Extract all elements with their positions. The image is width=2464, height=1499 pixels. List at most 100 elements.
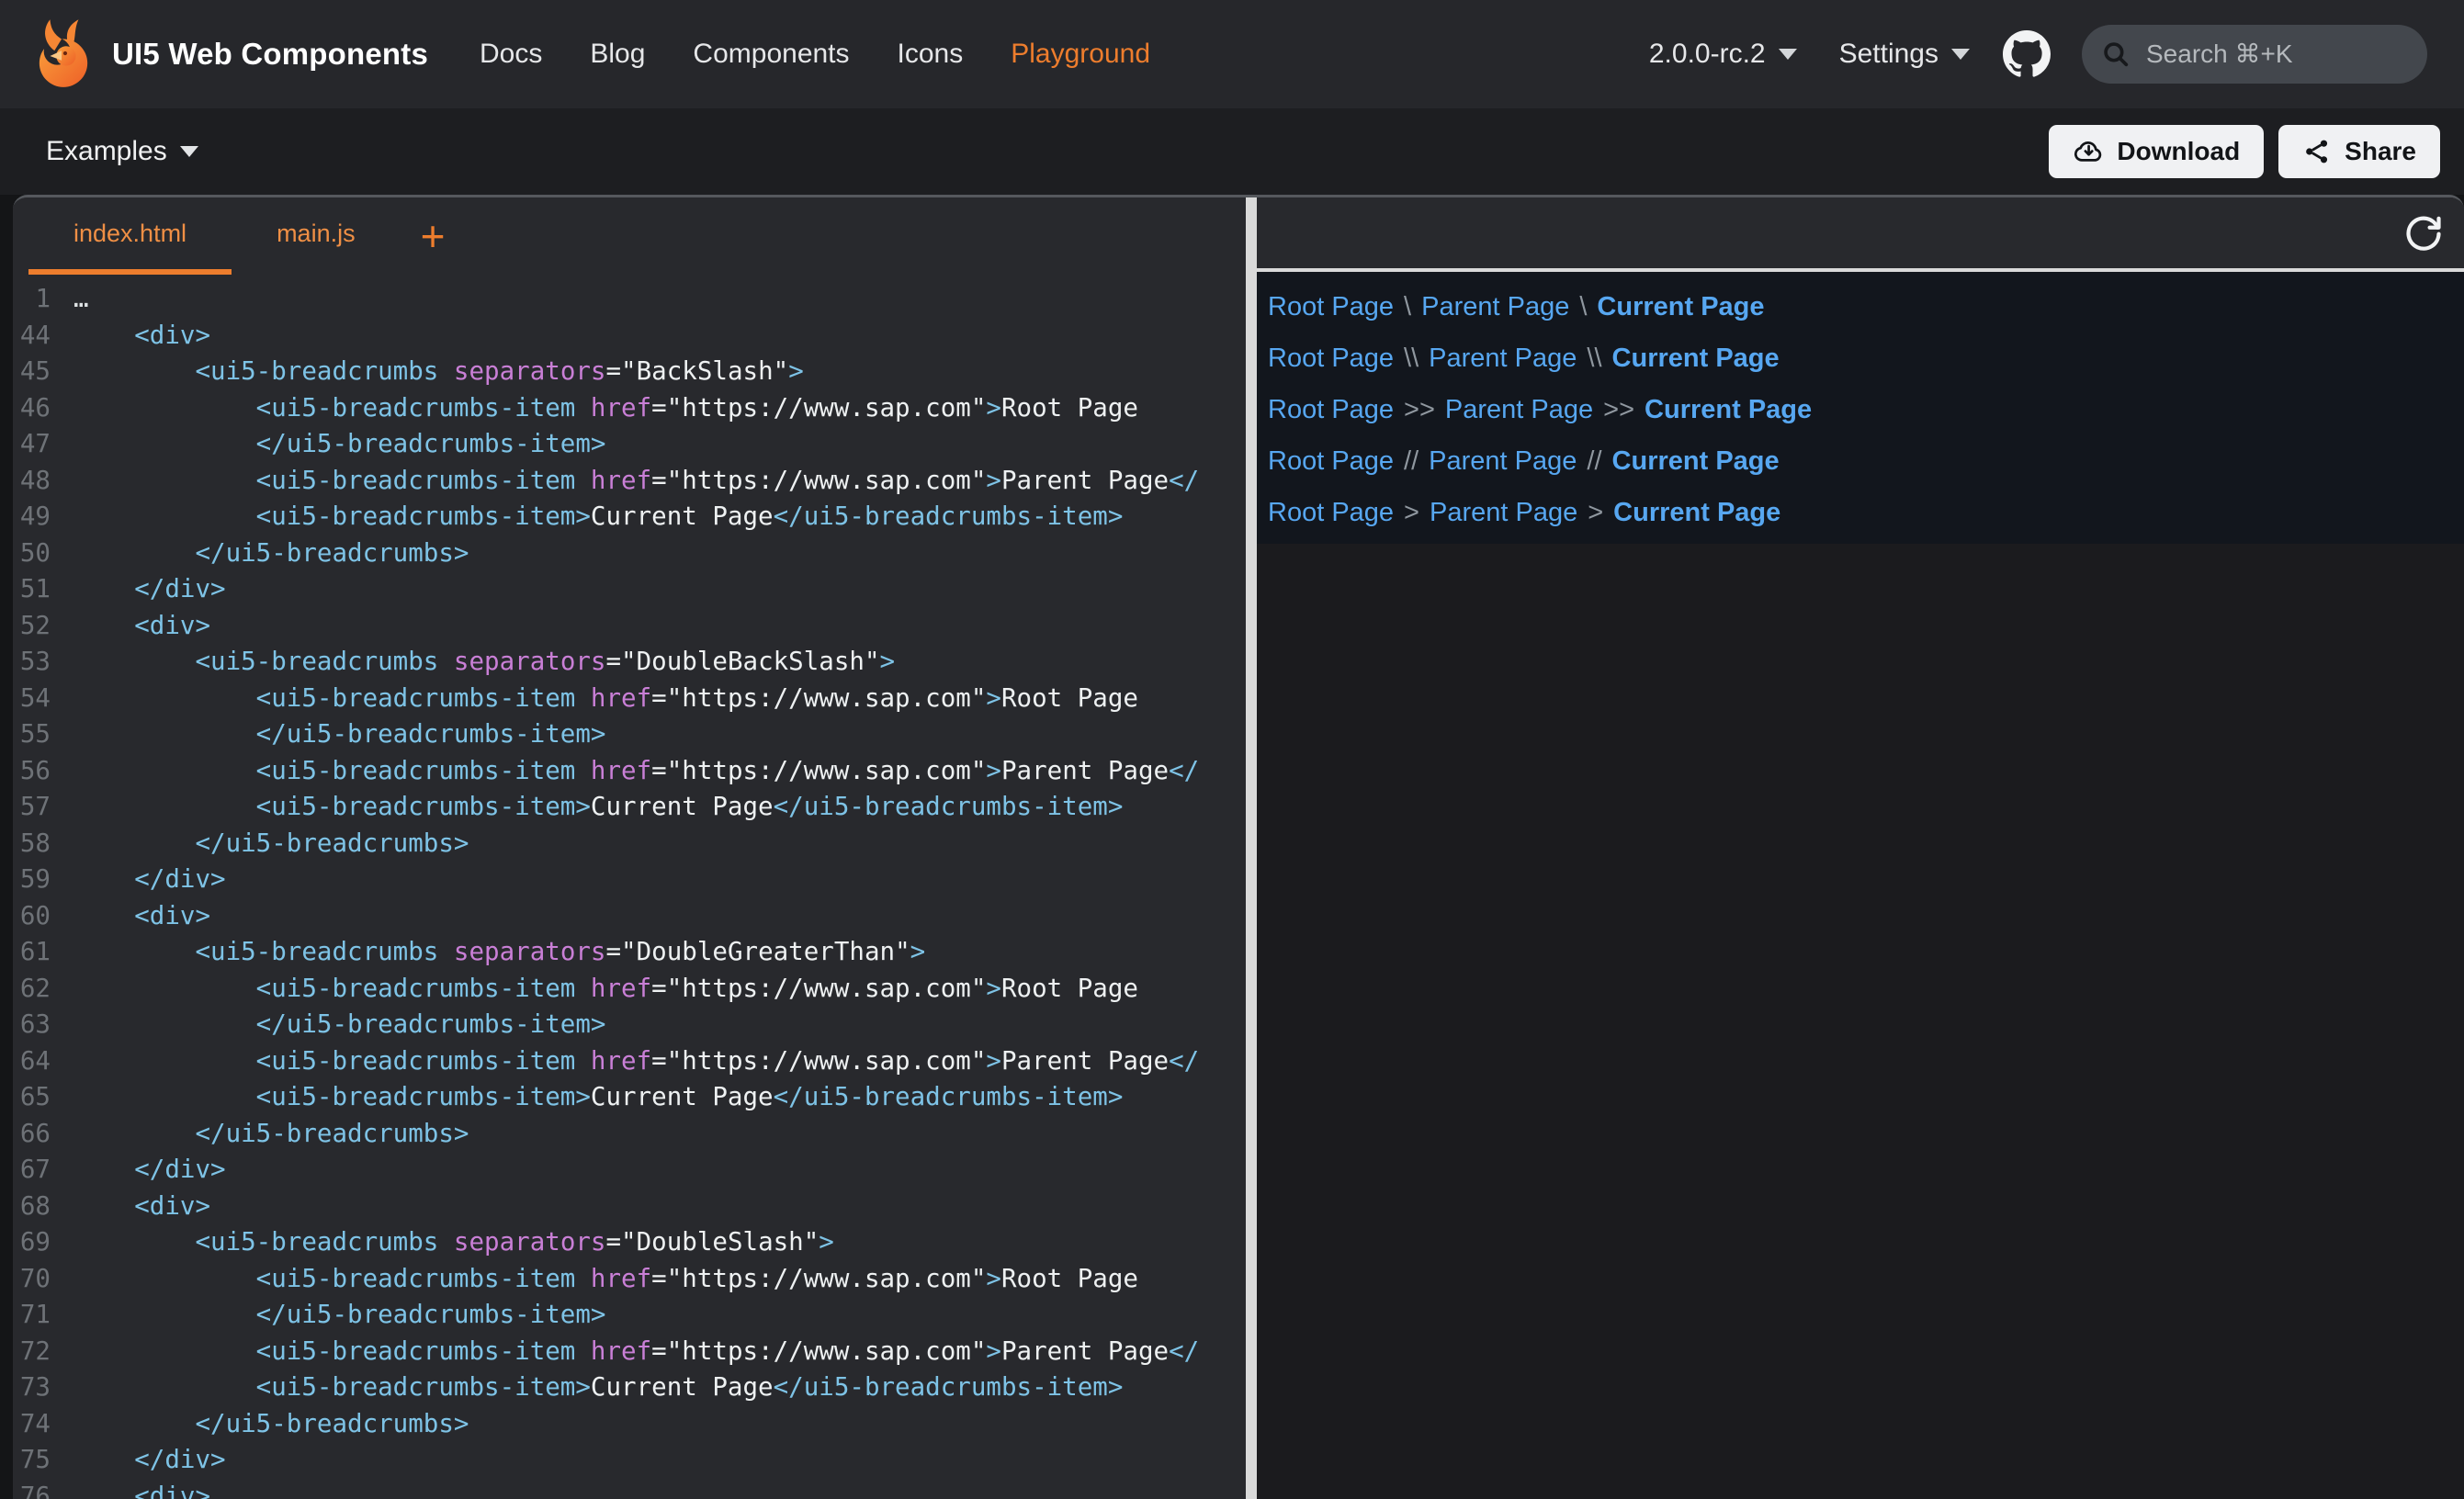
nav-link-icons[interactable]: Icons: [898, 39, 964, 70]
code-line[interactable]: 55 </ui5-breadcrumbs-item>: [13, 716, 1246, 753]
line-number: 68: [13, 1189, 73, 1225]
code-line[interactable]: 56 <ui5-breadcrumbs-item href="https://w…: [13, 753, 1246, 790]
code-line[interactable]: 47 </ui5-breadcrumbs-item>: [13, 426, 1246, 463]
top-navbar: UI5 Web Components Docs Blog Components Ico…: [0, 0, 2464, 108]
code-line[interactable]: 44 <div>: [13, 318, 1246, 355]
examples-label: Examples: [46, 136, 167, 167]
breadcrumb-separator: >: [1588, 498, 1603, 527]
code-text: <div>: [73, 1479, 210, 1499]
code-line[interactable]: 51 </div>: [13, 571, 1246, 608]
examples-dropdown[interactable]: Examples: [46, 136, 198, 167]
code-text: <ui5-breadcrumbs-item href="https://www.…: [73, 1043, 1199, 1080]
line-number: 65: [13, 1079, 73, 1116]
breadcrumb-link[interactable]: Parent Page: [1421, 292, 1569, 321]
code-line[interactable]: 62 <ui5-breadcrumbs-item href="https://w…: [13, 971, 1246, 1008]
tab-main-js[interactable]: main.js: [232, 197, 401, 275]
code-text: <ui5-breadcrumbs-item href="https://www.…: [73, 463, 1199, 500]
nav-link-components[interactable]: Components: [693, 39, 849, 70]
pane-splitter[interactable]: [1246, 197, 1257, 1499]
code-line[interactable]: 61 <ui5-breadcrumbs separators="DoubleGr…: [13, 934, 1246, 971]
code-line[interactable]: 53 <ui5-breadcrumbs separators="DoubleBa…: [13, 644, 1246, 681]
line-number: 57: [13, 789, 73, 826]
breadcrumbs-row: Root Page>>Parent Page>>Current Page: [1268, 391, 2464, 428]
breadcrumb-link[interactable]: Root Page: [1268, 446, 1394, 476]
github-icon[interactable]: [2003, 30, 2051, 78]
editor-tab-bar: index.htmlmain.js +: [13, 197, 1246, 275]
code-line[interactable]: 65 <ui5-breadcrumbs-item>Current Page</u…: [13, 1079, 1246, 1116]
line-number: 45: [13, 354, 73, 390]
tab-index-html[interactable]: index.html: [28, 197, 232, 275]
code-line[interactable]: 45 <ui5-breadcrumbs separators="BackSlas…: [13, 354, 1246, 390]
code-line[interactable]: 52 <div>: [13, 608, 1246, 645]
version-dropdown[interactable]: 2.0.0-rc.2: [1649, 39, 1797, 70]
code-line[interactable]: 58 </ui5-breadcrumbs>: [13, 826, 1246, 862]
code-text: <div>: [73, 898, 210, 935]
code-line[interactable]: 50 </ui5-breadcrumbs>: [13, 535, 1246, 572]
brand-title[interactable]: UI5 Web Components: [112, 37, 428, 72]
breadcrumb-link[interactable]: Parent Page: [1445, 395, 1593, 424]
refresh-icon[interactable]: [2403, 213, 2444, 254]
line-number: 62: [13, 971, 73, 1008]
line-number: 76: [13, 1479, 73, 1499]
breadcrumb-link[interactable]: Root Page: [1268, 344, 1394, 373]
code-text: <div>: [73, 318, 210, 355]
code-area[interactable]: 1…44 <div>45 <ui5-breadcrumbs separators…: [13, 275, 1246, 1499]
line-number: 60: [13, 898, 73, 935]
share-button[interactable]: Share: [2278, 125, 2440, 178]
breadcrumb-link[interactable]: Parent Page: [1429, 344, 1577, 373]
chevron-down-icon: [1779, 49, 1797, 60]
search-box[interactable]: [2082, 25, 2427, 84]
ui5-logo-icon[interactable]: [35, 16, 92, 93]
breadcrumb-current-page: Current Page: [1645, 395, 1812, 424]
code-line[interactable]: 49 <ui5-breadcrumbs-item>Current Page</u…: [13, 499, 1246, 535]
download-button[interactable]: Download: [2049, 125, 2264, 178]
add-tab-button[interactable]: +: [401, 197, 466, 275]
code-line[interactable]: 69 <ui5-breadcrumbs separators="DoubleSl…: [13, 1224, 1246, 1261]
code-line[interactable]: 70 <ui5-breadcrumbs-item href="https://w…: [13, 1261, 1246, 1298]
code-text: <ui5-breadcrumbs-item>Current Page</ui5-…: [73, 789, 1123, 826]
code-text: <ui5-breadcrumbs-item>Current Page</ui5-…: [73, 499, 1123, 535]
code-line[interactable]: 68 <div>: [13, 1189, 1246, 1225]
nav-link-playground[interactable]: Playground: [1011, 39, 1150, 70]
nav-link-blog[interactable]: Blog: [590, 39, 645, 70]
line-number: 63: [13, 1007, 73, 1043]
code-line[interactable]: 54 <ui5-breadcrumbs-item href="https://w…: [13, 681, 1246, 717]
line-number: 74: [13, 1406, 73, 1443]
code-line[interactable]: 64 <ui5-breadcrumbs-item href="https://w…: [13, 1043, 1246, 1080]
code-text: <div>: [73, 608, 210, 645]
line-number: 56: [13, 753, 73, 790]
breadcrumb-link[interactable]: Root Page: [1268, 395, 1394, 424]
code-text: </ui5-breadcrumbs-item>: [73, 716, 605, 753]
breadcrumb-link[interactable]: Root Page: [1268, 292, 1394, 321]
breadcrumb-separator: //: [1587, 446, 1601, 476]
nav-link-docs[interactable]: Docs: [480, 39, 542, 70]
breadcrumb-link[interactable]: Root Page: [1268, 498, 1394, 527]
code-line[interactable]: 72 <ui5-breadcrumbs-item href="https://w…: [13, 1334, 1246, 1370]
code-text: </div>: [73, 571, 226, 608]
code-line[interactable]: 48 <ui5-breadcrumbs-item href="https://w…: [13, 463, 1246, 500]
search-input[interactable]: [2146, 39, 2409, 69]
code-line[interactable]: 1…: [13, 281, 1246, 318]
code-text: <ui5-breadcrumbs-item>Current Page</ui5-…: [73, 1079, 1123, 1116]
code-line[interactable]: 73 <ui5-breadcrumbs-item>Current Page</u…: [13, 1369, 1246, 1406]
line-number: 59: [13, 862, 73, 898]
settings-dropdown[interactable]: Settings: [1839, 39, 1970, 70]
breadcrumb-current-page: Current Page: [1613, 498, 1780, 527]
code-line[interactable]: 57 <ui5-breadcrumbs-item>Current Page</u…: [13, 789, 1246, 826]
code-line[interactable]: 46 <ui5-breadcrumbs-item href="https://w…: [13, 390, 1246, 427]
code-line[interactable]: 63 </ui5-breadcrumbs-item>: [13, 1007, 1246, 1043]
code-line[interactable]: 66 </ui5-breadcrumbs>: [13, 1116, 1246, 1153]
code-line[interactable]: 71 </ui5-breadcrumbs-item>: [13, 1297, 1246, 1334]
code-line[interactable]: 75 </div>: [13, 1442, 1246, 1479]
code-line[interactable]: 67 </div>: [13, 1152, 1246, 1189]
code-line[interactable]: 76 <div>: [13, 1479, 1246, 1499]
code-text: </div>: [73, 862, 226, 898]
code-line[interactable]: 59 </div>: [13, 862, 1246, 898]
breadcrumb-link[interactable]: Parent Page: [1429, 446, 1577, 476]
breadcrumb-link[interactable]: Parent Page: [1430, 498, 1577, 527]
line-number: 71: [13, 1297, 73, 1334]
code-line[interactable]: 60 <div>: [13, 898, 1246, 935]
code-text: </ui5-breadcrumbs>: [73, 1406, 469, 1443]
code-text: <div>: [73, 1189, 210, 1225]
code-line[interactable]: 74 </ui5-breadcrumbs>: [13, 1406, 1246, 1443]
